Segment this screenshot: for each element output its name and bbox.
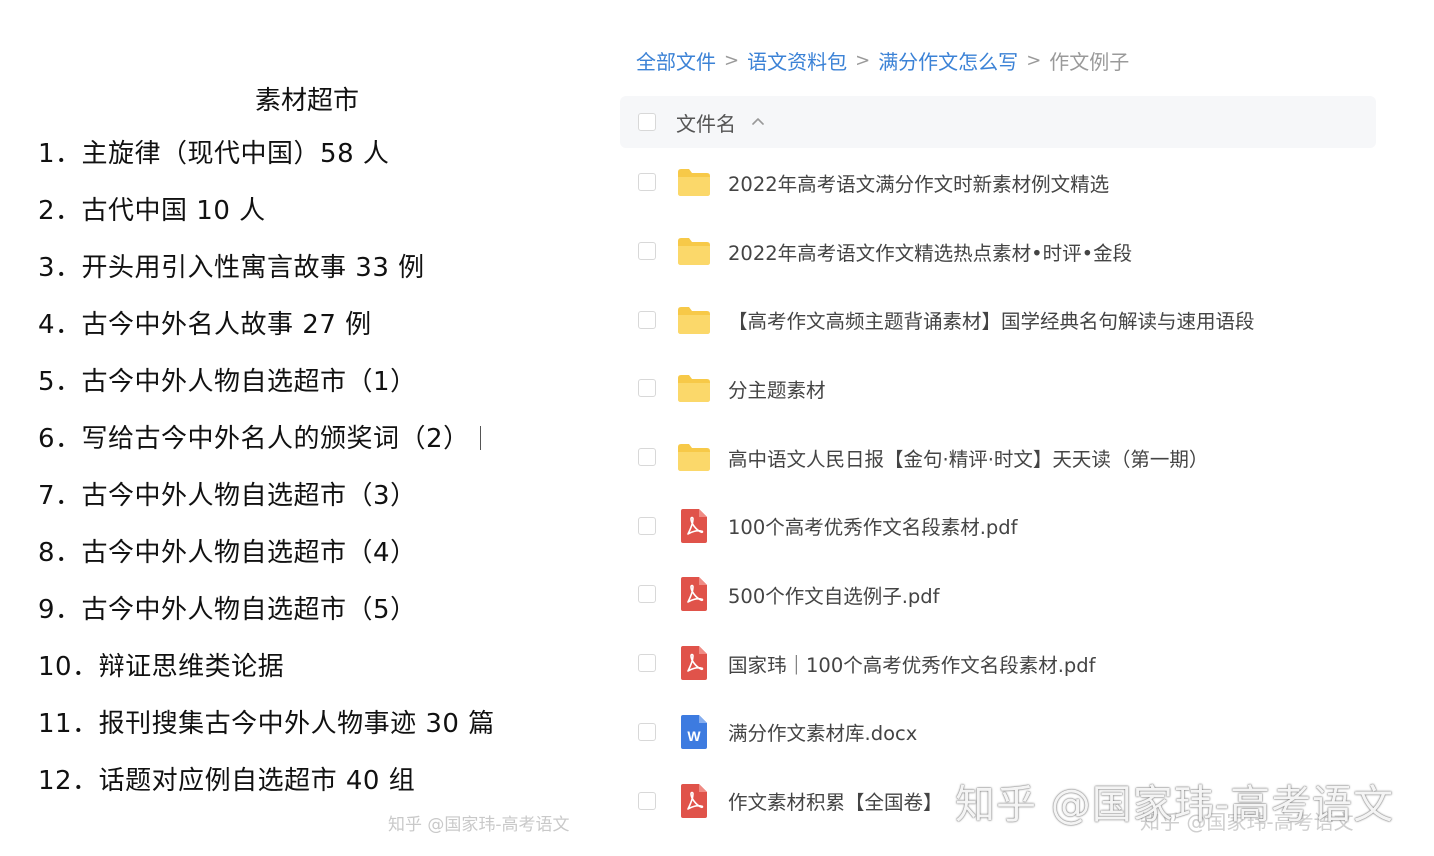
word-file-icon: W [676,714,712,750]
topic-item: 5．古今中外人物自选超市（1） [38,367,417,397]
file-row[interactable]: 500个作文自选例子.pdf [620,560,1376,629]
text-cursor [480,426,481,450]
breadcrumb-current: 作文例子 [1049,50,1130,74]
file-list: 2022年高考语文满分作文时新素材例文精选 2022年高考语文作文精选热点素材•时… [620,148,1376,835]
file-browser: 全部文件 > 语文资料包 > 满分作文怎么写 > 作文例子 文件名 2022年高考语文满分作… [620,0,1420,856]
folder-icon [676,370,712,406]
row-checkbox[interactable] [638,585,656,604]
pdf-file-icon [676,576,712,612]
file-name[interactable]: 分主题素材 [728,374,826,403]
file-row[interactable]: 高中语文人民日报【金句·精评·时文】天天读（第一期） [620,423,1376,492]
breadcrumb-link[interactable]: 全部文件 [636,46,716,75]
row-checkbox[interactable] [638,791,656,810]
row-checkbox[interactable] [638,379,656,398]
folder-icon [676,164,712,200]
panel-title: 素材超市 [255,86,360,116]
topic-item: 12．话题对应例自选超市 40 组 [38,766,416,796]
topic-item: 6．写给古今中外名人的颁奖词（2） [38,424,470,454]
topic-item: 4．古今中外名人故事 27 例 [38,310,372,340]
pdf-file-icon [676,645,712,681]
folder-icon [676,302,712,338]
material-list-panel: 素材超市 1．主旋律（现代中国）58 人 2．古代中国 10 人 3．开头用引入性寓… [0,0,600,856]
file-row[interactable]: 2022年高考语文作文精选热点素材•时评•金段 [620,217,1376,286]
file-row[interactable]: W 满分作文素材库.docx [620,698,1376,767]
row-checkbox[interactable] [638,173,656,192]
topic-item: 1．主旋律（现代中国）58 人 [38,139,390,169]
sort-ascending-icon[interactable] [750,114,766,130]
file-row[interactable]: 100个高考优秀作文名段素材.pdf [620,491,1376,560]
topic-list: 1．主旋律（现代中国）58 人 2．古代中国 10 人 3．开头用引入性寓言故事 3… [38,130,495,814]
topic-item: 7．古今中外人物自选超市（3） [38,481,417,511]
breadcrumb-separator-icon: > [855,50,871,71]
pdf-file-icon [676,508,712,544]
folder-icon [676,233,712,269]
file-name[interactable]: 100个高考优秀作文名段素材.pdf [728,511,1018,540]
topic-item: 9．古今中外人物自选超市（5） [38,595,417,625]
row-checkbox[interactable] [638,516,656,535]
file-name[interactable]: 【高考作文高频主题背诵素材】国学经典名句解读与速用语段 [728,305,1255,334]
row-checkbox[interactable] [638,654,656,673]
row-checkbox[interactable] [638,310,656,329]
folder-icon [676,439,712,475]
watermark: 知乎 @国家玮-高考语文 [388,815,570,835]
pdf-file-icon [676,783,712,819]
topic-item: 3．开头用引入性寓言故事 33 例 [38,253,425,283]
file-name[interactable]: 国家玮｜100个高考优秀作文名段素材.pdf [728,649,1096,678]
file-name[interactable]: 500个作文自选例子.pdf [728,580,940,609]
file-name[interactable]: 2022年高考语文满分作文时新素材例文精选 [728,168,1109,197]
select-all-checkbox[interactable] [638,113,656,131]
file-name[interactable]: 高中语文人民日报【金句·精评·时文】天天读（第一期） [728,443,1208,472]
row-checkbox[interactable] [638,722,656,741]
topic-item: 11．报刊搜集古今中外人物事迹 30 篇 [38,709,495,739]
file-list-header: 文件名 [620,96,1376,148]
topic-item: 10．辩证思维类论据 [38,652,285,682]
file-name[interactable]: 作文素材积累【全国卷】 [728,786,943,815]
file-row[interactable]: 国家玮｜100个高考优秀作文名段素材.pdf [620,629,1376,698]
breadcrumb: 全部文件 > 语文资料包 > 满分作文怎么写 > 作文例子 [636,46,1129,75]
file-name[interactable]: 满分作文素材库.docx [728,717,917,746]
column-header-filename[interactable]: 文件名 [676,108,736,137]
breadcrumb-separator-icon: > [724,50,740,71]
file-row[interactable]: 2022年高考语文满分作文时新素材例文精选 [620,148,1376,217]
svg-text:W: W [687,728,701,744]
file-row[interactable]: 【高考作文高频主题背诵素材】国学经典名句解读与速用语段 [620,285,1376,354]
topic-item: 2．古代中国 10 人 [38,196,266,226]
topic-item: 8．古今中外人物自选超市（4） [38,538,417,568]
row-checkbox[interactable] [638,242,656,261]
watermark-large: 知乎 @国家玮-高考语文 [955,782,1395,828]
row-checkbox[interactable] [638,448,656,467]
breadcrumb-link[interactable]: 满分作文怎么写 [878,46,1018,75]
breadcrumb-separator-icon: > [1026,50,1042,71]
file-name[interactable]: 2022年高考语文作文精选热点素材•时评•金段 [728,237,1132,266]
file-row[interactable]: 分主题素材 [620,354,1376,423]
breadcrumb-link[interactable]: 语文资料包 [747,46,847,75]
